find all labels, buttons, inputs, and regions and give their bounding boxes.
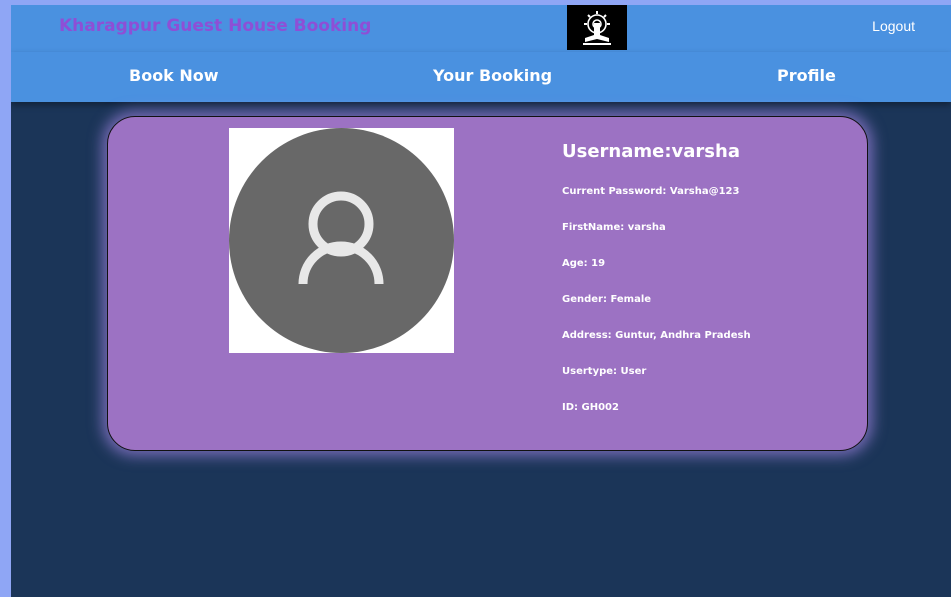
- logout-button[interactable]: Logout: [872, 18, 915, 34]
- app-window: Kharagpur Guest House Booking Logout Boo…: [11, 5, 951, 597]
- gender-text: Gender: Female: [562, 294, 652, 305]
- address-text: Address: Guntur, Andhra Pradesh: [562, 330, 751, 341]
- username-heading: Username:varsha: [562, 141, 740, 162]
- site-title: Kharagpur Guest House Booking: [59, 16, 372, 36]
- main-nav: Book Now Your Booking Profile: [11, 52, 951, 102]
- user-avatar-icon: [229, 128, 454, 353]
- usertype-text: Usertype: User: [562, 366, 647, 377]
- profile-card: Username:varsha Current Password: Varsha…: [107, 116, 868, 451]
- nav-profile[interactable]: Profile: [777, 66, 836, 85]
- first-name-text: FirstName: varsha: [562, 222, 666, 233]
- age-text: Age: 19: [562, 258, 606, 269]
- user-id-text: ID: GH002: [562, 402, 619, 413]
- current-password-text: Current Password: Varsha@123: [562, 186, 740, 197]
- nav-your-booking[interactable]: Your Booking: [433, 66, 552, 85]
- iit-kharagpur-emblem-icon: [567, 5, 627, 50]
- top-header: Kharagpur Guest House Booking Logout: [11, 5, 951, 52]
- nav-book-now[interactable]: Book Now: [129, 66, 219, 85]
